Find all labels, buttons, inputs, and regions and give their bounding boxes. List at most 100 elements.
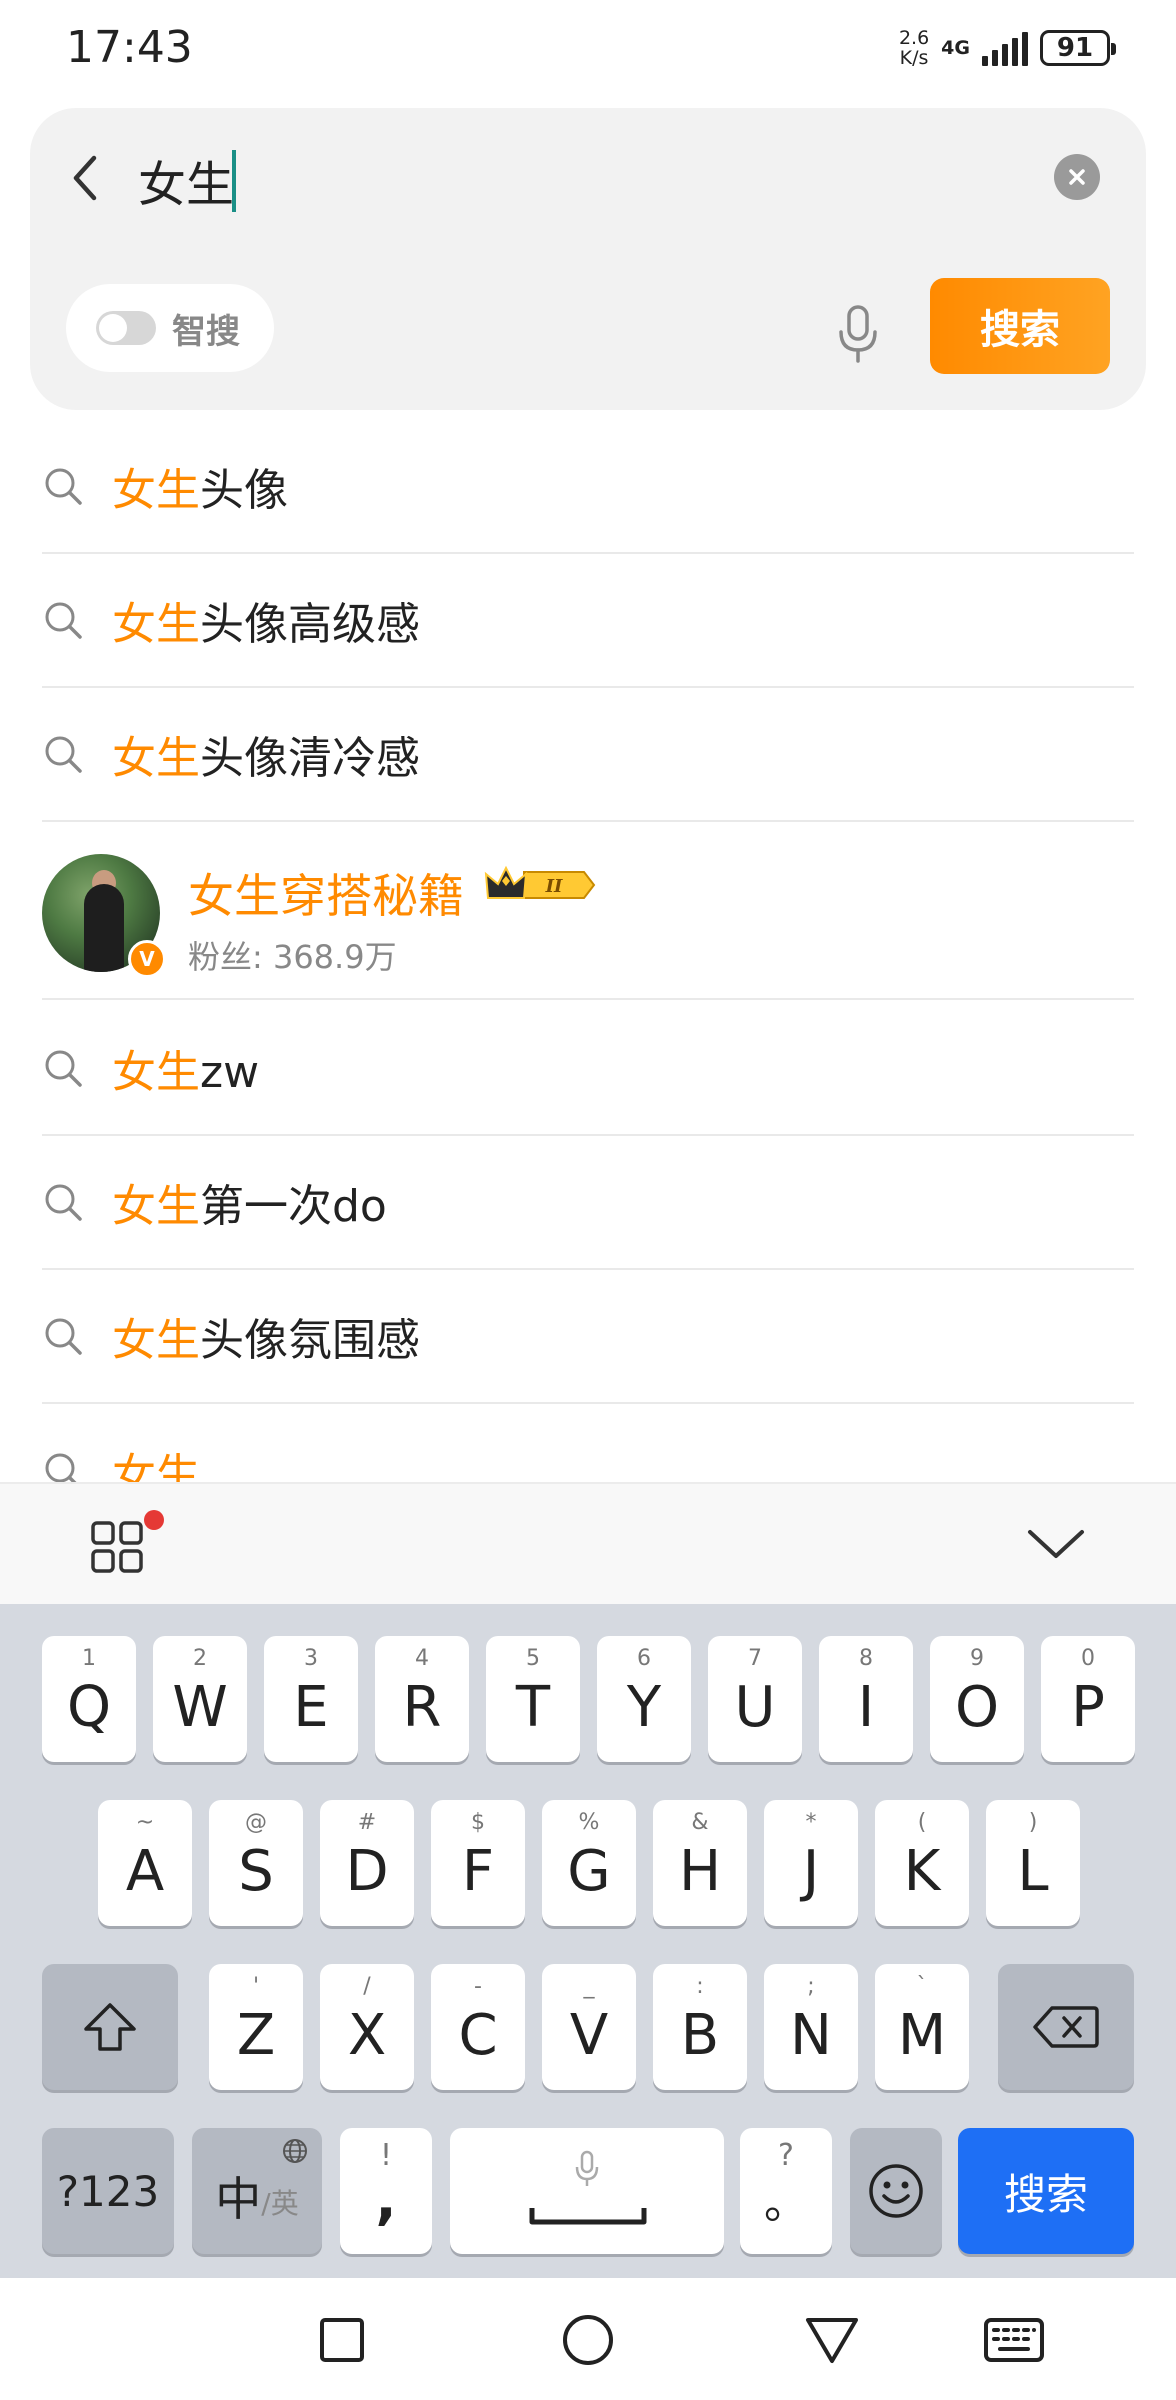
key-k[interactable]: (K <box>875 1800 969 1926</box>
network-speed-value: 2.6 <box>898 27 930 49</box>
search-button[interactable]: 搜索 <box>930 278 1110 374</box>
status-indicators: 2.6 K/s 4G 91 <box>899 28 1116 68</box>
suggestion-highlight: 女生 <box>112 465 200 516</box>
smart-search-toggle[interactable]: 智搜 <box>66 284 274 372</box>
suggestion-item[interactable]: 女生zw <box>42 1002 1134 1136</box>
key-label: R <box>402 1674 442 1740</box>
network-speed: 2.6 K/s <box>899 28 929 68</box>
suggestion-item[interactable]: 女生头像 <box>42 420 1134 554</box>
period-key[interactable]: ? 。 <box>740 2128 832 2254</box>
suggestion-rest: zw <box>200 1047 260 1098</box>
key-c[interactable]: -C <box>431 1964 525 2090</box>
backspace-icon <box>1033 2006 1099 2048</box>
vip-level: II <box>545 876 563 897</box>
key-t[interactable]: 5T <box>486 1636 580 1762</box>
key-u[interactable]: 7U <box>708 1636 802 1762</box>
user-result[interactable]: V 女生穿搭秘籍 II 粉丝: 368.9万 <box>42 822 1134 1000</box>
key-label: E <box>293 1674 329 1740</box>
comma-key[interactable]: ! , <box>340 2128 432 2254</box>
chevron-down-icon[interactable] <box>1026 1520 1086 1570</box>
key-v[interactable]: _ V <box>542 1964 636 2090</box>
chevron-left-icon <box>73 155 97 201</box>
close-circle-icon <box>1069 169 1085 185</box>
enter-search-key[interactable]: 搜索 <box>958 2128 1134 2254</box>
voice-search-button[interactable] <box>818 294 898 374</box>
key-label: F <box>461 1838 495 1904</box>
keyboard-icon <box>984 2318 1044 2362</box>
key-d[interactable]: # D <box>320 1800 414 1926</box>
emoji-key[interactable] <box>850 2128 942 2254</box>
key-label: J <box>802 1838 820 1904</box>
key-sub-label: ? <box>778 2138 794 2173</box>
microphone-icon <box>839 305 877 363</box>
key-s[interactable]: @ S <box>209 1800 303 1926</box>
key-sub-label: _ <box>583 1974 595 1999</box>
back-nav-button[interactable] <box>800 2308 864 2372</box>
key-q[interactable]: 1Q <box>42 1636 136 1762</box>
suggestion-text: 女生头像高级感 <box>112 588 420 652</box>
keyboard: 1Q 2W 3E 4R 5T 6Y 7U 8I 9O 0P ~ A @ S # D $… <box>0 1604 1176 2278</box>
shift-key[interactable] <box>42 1964 178 2090</box>
suggestion-highlight: 女生 <box>112 1047 200 1098</box>
key-label: H <box>678 1838 722 1904</box>
key-m[interactable]: ` M <box>875 1964 969 2090</box>
key-p[interactable]: 0P <box>1041 1636 1135 1762</box>
recent-apps-button[interactable] <box>310 2308 374 2372</box>
magnifier-icon <box>45 602 82 639</box>
key-label: O <box>954 1674 1000 1740</box>
key-j[interactable]: * J <box>764 1800 858 1926</box>
suggestion-item[interactable]: 女生 <box>42 1404 1134 1482</box>
key-o[interactable]: 9O <box>930 1636 1024 1762</box>
key-sub-label: / <box>363 1974 371 1999</box>
backspace-key[interactable] <box>998 1964 1134 2090</box>
search-input[interactable] <box>138 148 1038 212</box>
magnifier-icon <box>45 1050 82 1087</box>
notification-dot <box>144 1510 164 1530</box>
verified-badge: V <box>128 940 166 978</box>
magnifier-icon <box>45 1453 77 1482</box>
key-i[interactable]: 8I <box>819 1636 913 1762</box>
numbers-key-label: ?123 <box>56 2166 160 2216</box>
key-sub-label: ) <box>1028 1810 1038 1835</box>
key-sub-label: % <box>578 1810 600 1835</box>
key-f[interactable]: $ F <box>431 1800 525 1926</box>
suggestion-item[interactable]: 女生第一次do <box>42 1136 1134 1270</box>
key-sub-label: 9 <box>970 1646 984 1671</box>
key-sub-label: 4 <box>415 1646 429 1671</box>
key-r[interactable]: 4R <box>375 1636 469 1762</box>
space-key[interactable] <box>450 2128 724 2254</box>
clear-button[interactable] <box>1054 154 1100 200</box>
language-key[interactable]: 中 /英 <box>192 2128 322 2254</box>
vip-crown-icon: II <box>484 865 596 899</box>
key-b[interactable]: :B <box>653 1964 747 2090</box>
key-n[interactable]: ; N <box>764 1964 858 2090</box>
key-e[interactable]: 3E <box>264 1636 358 1762</box>
navigation-bar <box>0 2278 1176 2400</box>
magnifier-icon <box>45 468 82 505</box>
key-z[interactable]: ' Z <box>209 1964 303 2090</box>
battery-icon: 91 <box>1040 30 1116 66</box>
grid-icon[interactable] <box>90 1520 146 1576</box>
key-l[interactable]: ) L <box>986 1800 1080 1926</box>
key-y[interactable]: 6Y <box>597 1636 691 1762</box>
home-button[interactable] <box>556 2308 620 2372</box>
keyboard-switch-button[interactable] <box>982 2308 1046 2372</box>
key-sub-label: 2 <box>193 1646 207 1671</box>
numbers-key[interactable]: ?123 <box>42 2128 174 2254</box>
key-label: G <box>567 1838 611 1904</box>
language-key-label: 中 <box>215 2172 262 2226</box>
back-button[interactable] <box>60 146 110 210</box>
key-sub-label: : <box>696 1974 704 1999</box>
key-label: B <box>680 2002 720 2068</box>
suggestion-item[interactable]: 女生头像清冷感 <box>42 688 1134 822</box>
toggle-switch[interactable] <box>96 311 156 345</box>
key-w[interactable]: 2W <box>153 1636 247 1762</box>
triangle-icon <box>806 2318 858 2363</box>
key-a[interactable]: ~ A <box>98 1800 192 1926</box>
suggestion-item[interactable]: 女生头像高级感 <box>42 554 1134 688</box>
key-g[interactable]: % G <box>542 1800 636 1926</box>
key-h[interactable]: & H <box>653 1800 747 1926</box>
suggestion-item[interactable]: 女生头像氛围感 <box>42 1270 1134 1404</box>
key-label: M <box>897 2002 947 2068</box>
key-x[interactable]: / X <box>320 1964 414 2090</box>
